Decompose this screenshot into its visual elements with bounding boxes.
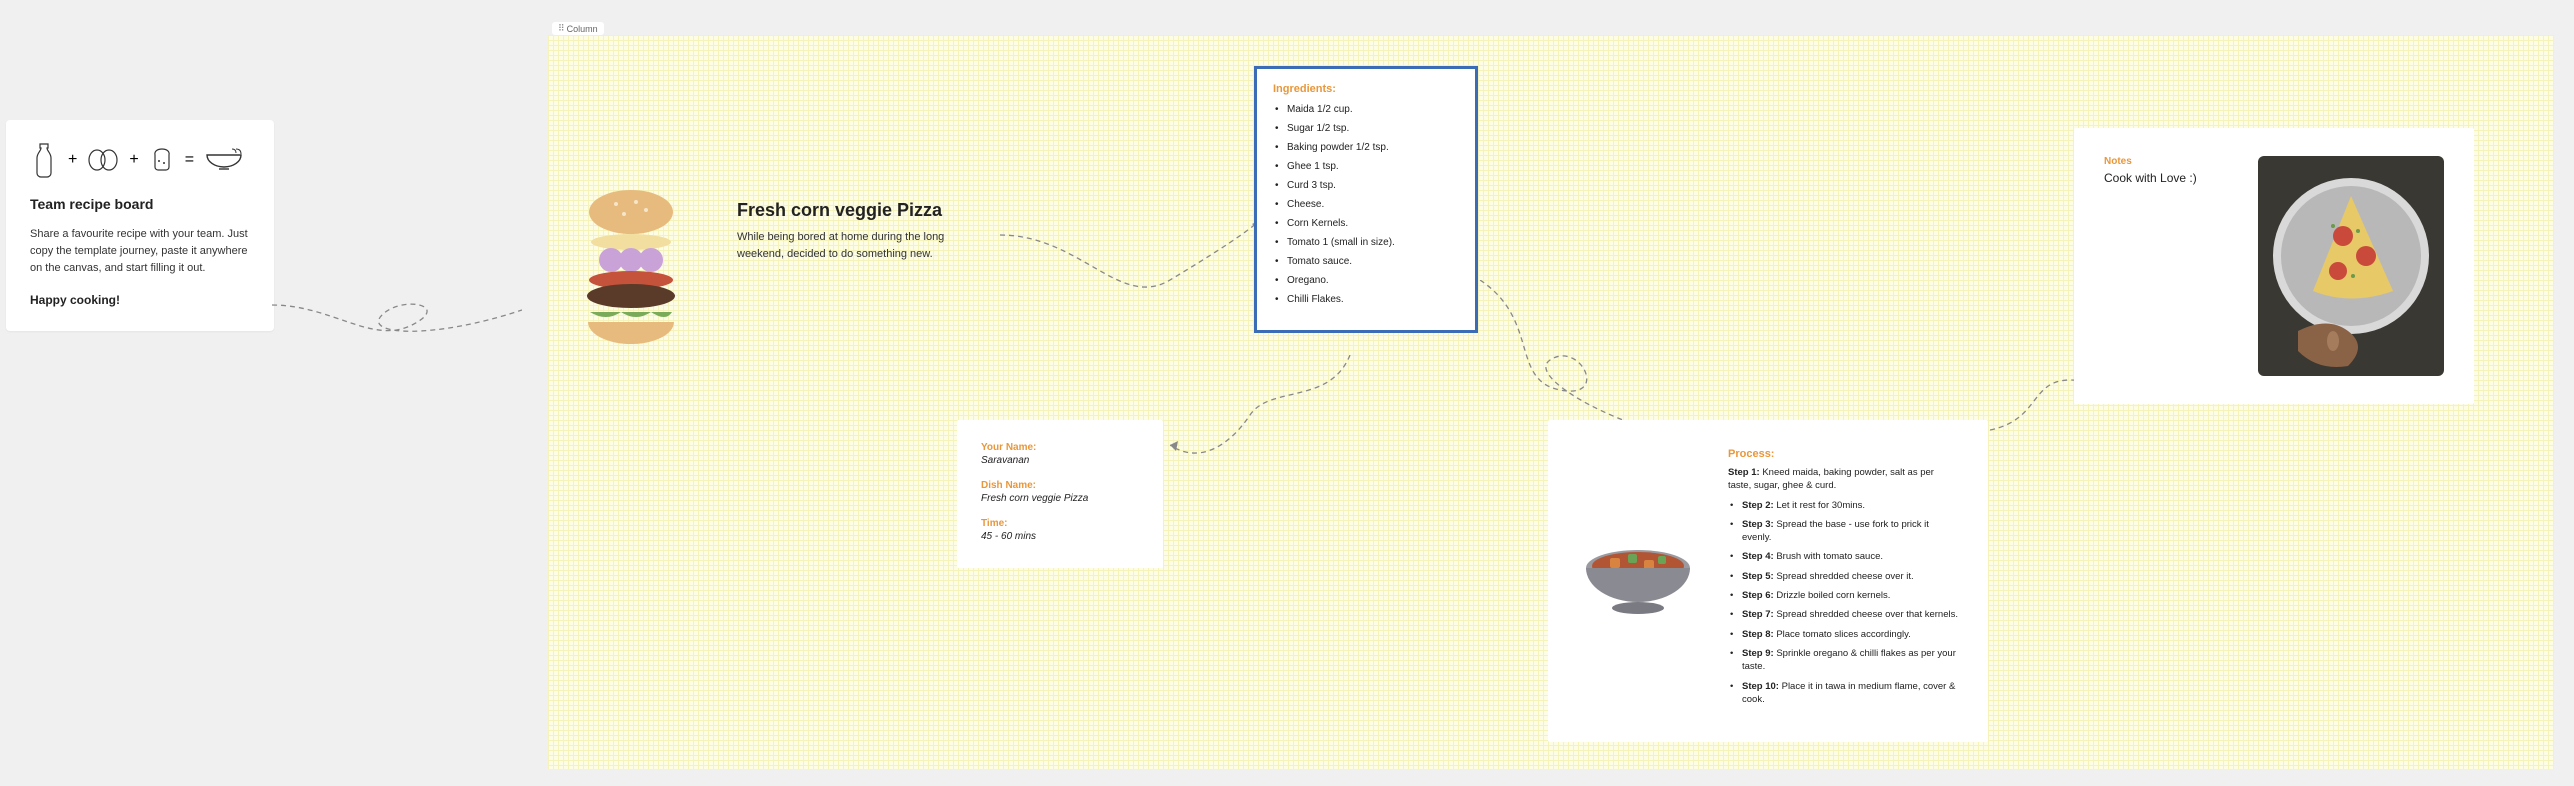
drag-handle-icon[interactable]: ⠿ (558, 23, 564, 34)
process-step: Step 6: Drizzle boiled corn kernels. (1728, 589, 1958, 602)
ingredients-list: Maida 1/2 cup. Sugar 1/2 tsp. Baking pow… (1273, 103, 1459, 306)
name-value: Saravanan (981, 455, 1139, 466)
dish-name-value: Fresh corn veggie Pizza (981, 493, 1139, 504)
connector-line (272, 290, 522, 360)
intro-footer: Happy cooking! (30, 293, 250, 307)
process-step: Step 9: Sprinkle oregano & chilli flakes… (1728, 647, 1958, 674)
ingredient-item: Corn Kernels. (1287, 217, 1459, 230)
process-list: Step 1: Kneed maida, baking powder, salt… (1728, 466, 1958, 706)
ingredients-label: Ingredients: (1273, 83, 1459, 95)
eggs-icon (87, 149, 119, 171)
name-label: Your Name: (981, 442, 1139, 453)
process-label: Process: (1728, 448, 1958, 460)
time-label: Time: (981, 518, 1139, 529)
process-step: Step 5: Spread shredded cheese over it. (1728, 570, 1958, 583)
intro-body: Share a favourite recipe with your team.… (30, 226, 250, 277)
burger-illustration (566, 184, 696, 354)
process-step: Step 3: Spread the base - use fork to pr… (1728, 518, 1958, 545)
author-card[interactable]: Your Name: Saravanan Dish Name: Fresh co… (957, 420, 1163, 568)
recipe-title: Fresh corn veggie Pizza (737, 200, 977, 221)
bottle-icon (30, 142, 58, 178)
recipe-title-block[interactable]: Fresh corn veggie Pizza While being bore… (737, 200, 977, 262)
intro-title: Team recipe board (30, 196, 250, 212)
ingredient-item: Tomato 1 (small in size). (1287, 236, 1459, 249)
ingredient-item: Curd 3 tsp. (1287, 179, 1459, 192)
equation-illustration: + + = (30, 142, 250, 178)
pizza-photo (2258, 156, 2444, 376)
ingredient-item: Tomato sauce. (1287, 255, 1459, 268)
notes-card[interactable]: Notes Cook with Love :) (2074, 128, 2474, 404)
flour-bag-icon (149, 147, 175, 173)
process-step: Step 4: Brush with tomato sauce. (1728, 550, 1958, 563)
ingredient-item: Maida 1/2 cup. (1287, 103, 1459, 116)
process-step: Step 10: Place it in tawa in medium flam… (1728, 680, 1958, 707)
ingredient-item: Sugar 1/2 tsp. (1287, 122, 1459, 135)
equals-icon: = (185, 151, 194, 169)
ingredient-item: Ghee 1 tsp. (1287, 160, 1459, 173)
plus-icon: + (129, 151, 138, 169)
plus-icon: + (68, 151, 77, 169)
mortar-icon (204, 147, 244, 173)
ingredient-item: Oregano. (1287, 274, 1459, 287)
soup-bowl-illustration (1578, 448, 1698, 712)
process-step: Step 7: Spread shredded cheese over that… (1728, 608, 1958, 621)
notes-body: Cook with Love :) (2104, 171, 2228, 185)
ingredient-item: Baking powder 1/2 tsp. (1287, 141, 1459, 154)
ingredient-item: Cheese. (1287, 198, 1459, 211)
time-value: 45 - 60 mins (981, 531, 1139, 542)
process-card[interactable]: Process: Step 1: Kneed maida, baking pow… (1548, 420, 1988, 742)
process-step: Step 8: Place tomato slices accordingly. (1728, 628, 1958, 641)
ingredient-item: Chilli Flakes. (1287, 293, 1459, 306)
process-step: Step 2: Let it rest for 30mins. (1728, 499, 1958, 512)
column-label: Column (567, 24, 598, 34)
intro-card[interactable]: + + = Team recipe board Share a favourit… (6, 120, 274, 331)
dish-name-label: Dish Name: (981, 480, 1139, 491)
ingredients-card[interactable]: Ingredients: Maida 1/2 cup. Sugar 1/2 ts… (1254, 66, 1478, 333)
column-frame-tag[interactable]: ⠿ Column (552, 22, 604, 35)
recipe-subtitle: While being bored at home during the lon… (737, 229, 977, 262)
process-step: Step 1: Kneed maida, baking powder, salt… (1728, 466, 1958, 493)
notes-label: Notes (2104, 156, 2228, 167)
